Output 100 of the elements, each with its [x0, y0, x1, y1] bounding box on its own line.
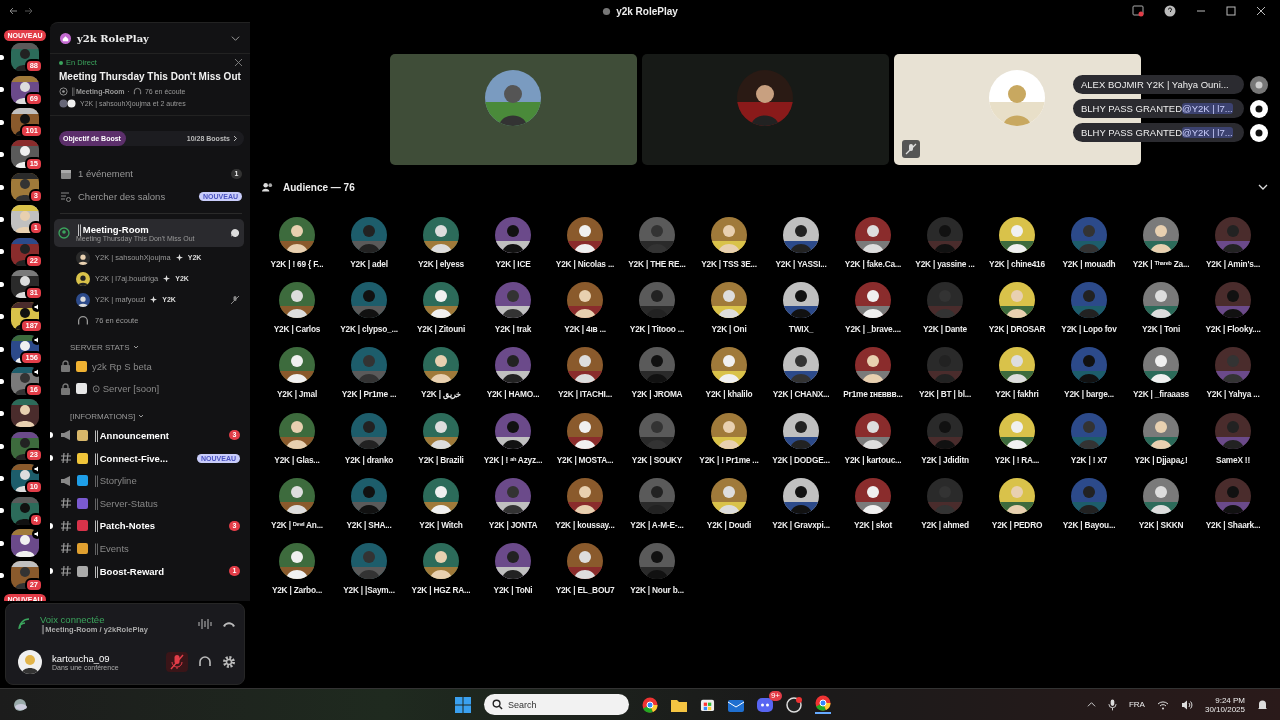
member-name[interactable]: SameX !! — [1216, 454, 1250, 465]
channel-item[interactable]: ║Events — [50, 537, 250, 560]
member-name[interactable]: Y2K | dranko — [344, 454, 394, 465]
chevron-icon[interactable] — [138, 413, 145, 420]
member-name[interactable]: Y2K | Carlos — [273, 324, 321, 335]
member-name[interactable]: Y2K | Flooky.... — [1205, 324, 1261, 335]
member-name[interactable]: Y2K | SHA... — [346, 519, 392, 530]
member-name[interactable]: Y2K | Dante — [923, 324, 967, 335]
app-icon[interactable] — [786, 696, 802, 713]
folder-icon[interactable] — [671, 697, 687, 712]
member-name[interactable]: Y2K | Amin's... — [1206, 259, 1260, 269]
member-name[interactable]: Y2K | trak — [494, 324, 532, 335]
language-indicator[interactable]: FRA — [1128, 700, 1145, 709]
member-name[interactable]: Y2K | ! ᵃʰ Azyz... — [483, 454, 543, 465]
member-name[interactable]: Y2K | Titooo ... — [629, 324, 685, 335]
headphones-icon[interactable] — [198, 655, 212, 669]
member-name[interactable]: Y2K | EL_BOU7 — [555, 584, 615, 595]
member-name[interactable]: Y2K | kartouc... — [844, 454, 902, 465]
member-name[interactable]: Y2K | ITACHI... — [558, 389, 612, 400]
stage-tile[interactable] — [641, 54, 889, 165]
member-name[interactable]: Y2K | THE RE... — [628, 259, 686, 269]
member-name[interactable]: Y2K | ToNi — [493, 584, 533, 595]
category-header[interactable]: SERVER STATS — [70, 342, 130, 352]
member-name[interactable]: Y2K | ᵀʰᵃʳᵉᵇ Za... — [1132, 259, 1190, 269]
member-name[interactable]: Y2K | Yahya ... — [1206, 389, 1260, 400]
start-icon[interactable] — [455, 696, 471, 713]
notification-text[interactable]: BLHY PASS GRANTED@Y2K | l7... — [1073, 123, 1244, 142]
weather-icon[interactable] — [12, 696, 28, 713]
member-name[interactable]: Pr1me ɪʜᴇʙʙʙ... — [843, 389, 903, 400]
member-name[interactable]: Y2K | DODGE... — [772, 454, 830, 465]
channel-item[interactable]: ⊙ Server [soon] — [50, 377, 250, 401]
member-name[interactable]: Y2K | SKKN — [1138, 519, 1184, 530]
member-name[interactable]: Y2K | Zarbo... — [271, 584, 323, 595]
member-name[interactable]: Y2K | skot — [853, 519, 893, 530]
member-name[interactable]: Y2K | ICE — [495, 259, 531, 269]
connection-icon[interactable] — [18, 618, 30, 630]
store-icon[interactable] — [700, 697, 715, 712]
help-icon[interactable] — [1164, 5, 1176, 17]
member-name[interactable]: Y2K | Zitouni — [416, 324, 466, 335]
maximize-icon[interactable] — [1226, 6, 1236, 16]
channel-item[interactable]: ║Storyline — [50, 469, 250, 492]
member-name[interactable]: Y2K | Gravxpi... — [772, 519, 830, 530]
microphone-icon[interactable] — [1107, 698, 1117, 711]
member-name[interactable]: Y2K | fakhri — [995, 389, 1039, 400]
member-name[interactable]: Y2K | mouadh — [1062, 259, 1116, 269]
server-header[interactable]: y2k RolePlay — [50, 23, 250, 54]
search-field[interactable]: Search — [484, 694, 629, 715]
volume-icon[interactable] — [1180, 699, 1193, 710]
member-name[interactable]: Y2K | _brave.... — [845, 324, 901, 335]
member-name[interactable]: Y2K | ! 69 { F... — [270, 259, 324, 269]
category-header[interactable]: [INFORMATIONS] — [70, 411, 136, 421]
member-name[interactable]: Y2K | chine416 — [989, 259, 1045, 269]
stage-tile[interactable] — [389, 54, 637, 165]
close-icon[interactable] — [1256, 6, 1266, 16]
member-name[interactable]: Y2K | yassine ... — [915, 259, 975, 269]
chevron-icon[interactable] — [1258, 182, 1268, 192]
member-name[interactable]: Y2K | Lopo fov — [1061, 324, 1117, 335]
chevron-icon[interactable] — [132, 344, 139, 350]
member-name[interactable]: Y2K | TSS 3E... — [701, 259, 757, 269]
member-name[interactable]: Y2K | Doudi — [706, 519, 752, 530]
notification-text[interactable]: ALEX BOJMIR Y2K | Yahya Ouni... — [1073, 75, 1244, 94]
member-name[interactable]: Y2K | MOSTA... — [556, 454, 614, 465]
member-name[interactable]: Y2K | ! Pr1me ... — [699, 454, 759, 465]
member-name[interactable]: Y2K | Nour b... — [630, 584, 684, 595]
member-name[interactable]: Y2K | Brazili — [418, 454, 464, 465]
notification-text[interactable]: BLHY PASS GRANTED@Y2K | l7... — [1073, 99, 1244, 118]
notification-bell-icon[interactable] — [1257, 698, 1268, 711]
member-name[interactable]: Y2K | ᴰᵉᵛᶦˡ An... — [271, 519, 323, 530]
member-name[interactable]: Y2K | HAMO... — [486, 389, 540, 400]
member-name[interactable]: Y2K | koussay... — [555, 519, 615, 530]
member-name[interactable]: TWIX_ — [788, 324, 814, 335]
clock-time[interactable]: 9:24 PM — [1215, 695, 1245, 705]
member-name[interactable]: Y2K | barge... — [1064, 389, 1114, 400]
member-name[interactable]: Y2K | Jdiditn — [921, 454, 969, 465]
member-name[interactable]: Y2K | ! RA... — [994, 454, 1040, 465]
member-name[interactable]: Y2K | ! X7 — [1070, 454, 1108, 465]
back-icon[interactable] — [8, 6, 18, 16]
member-name[interactable]: Y2K | خريق — [421, 389, 461, 400]
member-name[interactable]: Y2K | Oni — [711, 324, 747, 335]
member-name[interactable]: Y2K | PEDRO — [991, 519, 1043, 530]
member-name[interactable]: Y2K | DROSAR — [988, 324, 1046, 335]
settings-icon[interactable] — [222, 655, 236, 669]
member-name[interactable]: Y2K | elyess — [417, 259, 465, 269]
wifi-icon[interactable] — [1156, 699, 1169, 710]
member-name[interactable]: Y2K | _firaaass — [1132, 389, 1190, 400]
member-name[interactable]: Y2K | SOUKY — [631, 454, 683, 465]
member-name[interactable]: Y2K | Djjapa¿! — [1134, 454, 1188, 465]
forward-icon[interactable] — [24, 6, 34, 16]
member-name[interactable]: Y2K | fake.Ca... — [844, 259, 902, 269]
clock-date[interactable]: 30/10/2025 — [1204, 704, 1245, 714]
member-name[interactable]: Y2K | clypso_... — [340, 324, 398, 335]
member-name[interactable]: Y2K | adel — [350, 259, 388, 269]
member-name[interactable]: Y2K | Witch — [419, 519, 463, 530]
member-name[interactable]: Y2K | YASSI... — [775, 259, 827, 269]
member-name[interactable]: Y2K | Toni — [1142, 324, 1180, 335]
channel-item[interactable]: ║Server-Status — [50, 491, 250, 515]
chat-icon[interactable] — [230, 228, 240, 238]
member-name[interactable]: Y2K | Shaark... — [1205, 519, 1261, 530]
channel-item[interactable]: y2k Rp S beta — [50, 355, 250, 378]
member-name[interactable]: Y2K | BT | bl... — [918, 389, 972, 400]
